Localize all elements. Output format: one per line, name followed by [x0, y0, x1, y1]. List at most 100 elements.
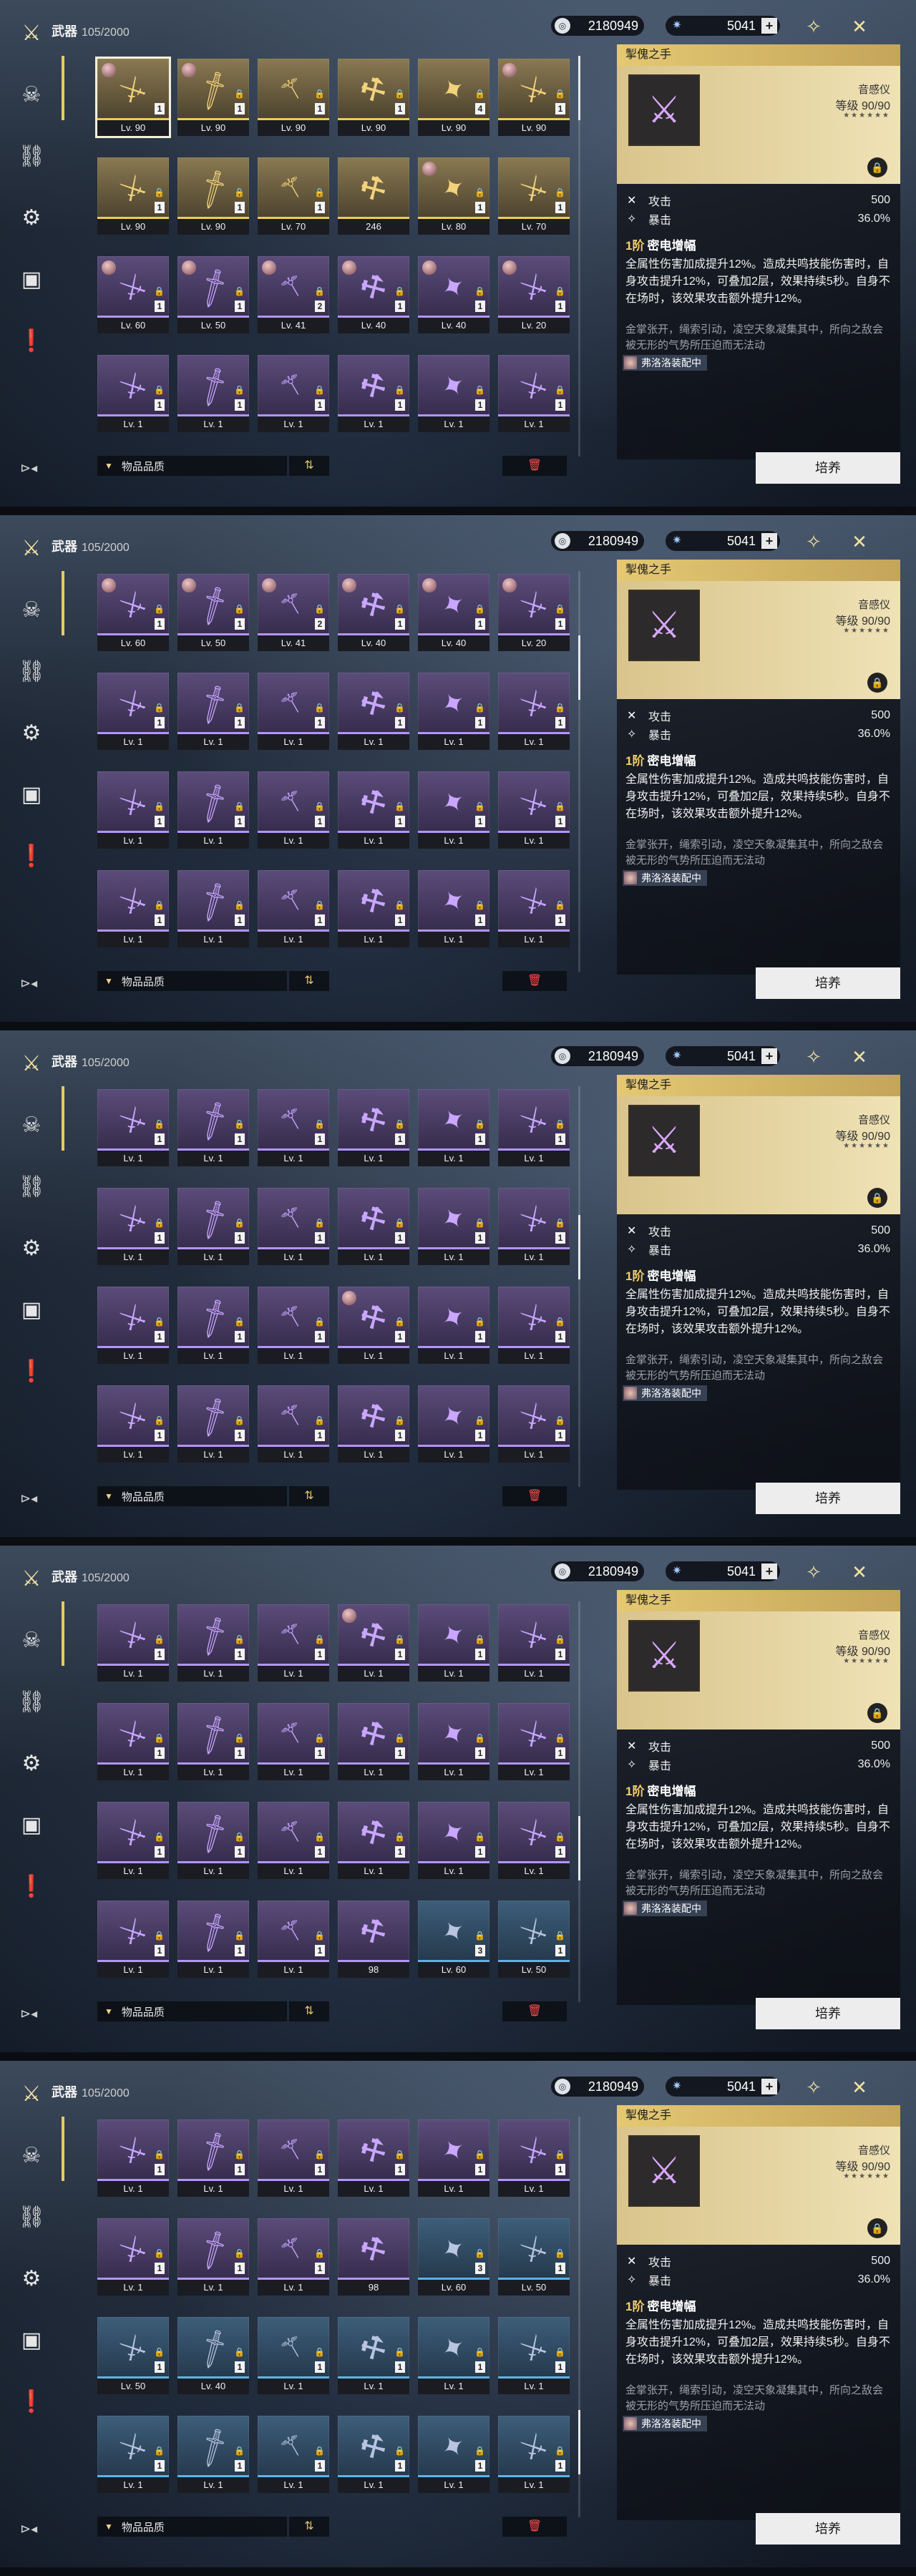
close-icon[interactable]: ✕ — [849, 1046, 870, 1068]
weapon-slot[interactable]: ⚚ 🔒 1 Lv. 1 — [258, 2317, 329, 2394]
weapon-slot[interactable]: ⚔ 🔒 1 Lv. 1 — [97, 1188, 169, 1265]
weapon-slot[interactable]: ⚔ 🔒 1 Lv. 1 — [97, 2218, 169, 2296]
weapon-slot[interactable]: 🗡 🔒 1 Lv. 1 — [177, 771, 249, 849]
weapon-slot[interactable]: 🗡 🔒 1 Lv. 1 — [177, 1901, 249, 1978]
weapon-slot[interactable]: ⚔ 🔒 1 Lv. 1 — [498, 2317, 570, 2394]
weapon-slot[interactable]: ⚒ 🔒 1 Lv. 40 — [338, 574, 409, 651]
weapon-slot[interactable]: ✦ 🔒 1 Lv. 40 — [418, 574, 489, 651]
echo-category-icon[interactable]: ☠ — [13, 1106, 50, 1143]
weapon-slot[interactable]: ⚔ 🔒 1 Lv. 1 — [97, 1385, 169, 1463]
grid-scrollbar[interactable] — [578, 2117, 580, 2517]
weapon-slot[interactable]: ⚔ 🔒 1 Lv. 1 — [498, 1089, 570, 1166]
weapon-slot[interactable]: ⚔ 🔒 1 Lv. 50 — [498, 1901, 570, 1978]
discard-button[interactable]: 🗑 — [502, 2001, 567, 2021]
weapon-slot[interactable]: ⚚ 🔒 1 Lv. 1 — [258, 1089, 329, 1166]
add-astrite-button[interactable]: + — [761, 1563, 777, 1579]
sort-toggle-button[interactable]: ⇅ — [289, 971, 329, 991]
settings-gear-icon[interactable]: ✧ — [803, 1561, 824, 1583]
weapon-slot[interactable]: ✦ 🔒 3 Lv. 60 — [418, 1901, 489, 1978]
grid-scrollbar[interactable] — [578, 56, 580, 457]
weapon-slot[interactable]: ✦ 🔒 3 Lv. 60 — [418, 2218, 489, 2296]
weapon-slot[interactable]: ⚒ 🔒 1 Lv. 1 — [338, 771, 409, 849]
weapon-slot[interactable]: 🗡 🔒 1 Lv. 1 — [177, 1802, 249, 1879]
weapon-slot[interactable]: ⚒ 🔒 1 Lv. 1 — [338, 870, 409, 947]
weapon-slot[interactable]: ⚔ 🔒 1 Lv. 20 — [498, 574, 570, 651]
development-category-icon[interactable]: ⚙ — [13, 1229, 50, 1267]
development-category-icon[interactable]: ⚙ — [13, 714, 50, 751]
weapon-slot[interactable]: ⚔ 🔒 1 Lv. 50 — [498, 2218, 570, 2296]
weapon-slot[interactable]: ⚒ 🔒 1 Lv. 1 — [338, 1287, 409, 1364]
weapon-slot[interactable]: ⚒ 98 — [338, 2218, 409, 2296]
weapon-slot[interactable]: ⚚ 🔒 1 Lv. 1 — [258, 1703, 329, 1780]
weapon-slot[interactable]: ⚔ 🔒 1 Lv. 1 — [97, 1901, 169, 1978]
cultivate-button[interactable]: 培养 — [756, 1998, 900, 2029]
weapon-slot[interactable]: 🗡 🔒 1 Lv. 1 — [177, 2119, 249, 2197]
weapon-slot[interactable]: 🗡 🔒 1 Lv. 1 — [177, 1287, 249, 1364]
weapon-slot[interactable]: ⚔ 🔒 1 Lv. 1 — [97, 673, 169, 750]
quality-filter-dropdown[interactable]: ▼ 物品品质 — [97, 2001, 287, 2021]
grid-scroll-thumb[interactable] — [578, 635, 580, 700]
weapon-slot[interactable]: 🗡 🔒 1 Lv. 1 — [177, 355, 249, 432]
weapon-slot[interactable]: ⚔ 🔒 1 Lv. 1 — [498, 1703, 570, 1780]
weapon-slot[interactable]: ⚔ 🔒 1 Lv. 1 — [97, 2119, 169, 2197]
weapon-category-icon[interactable]: ⚔ — [13, 1045, 50, 1082]
weapon-slot[interactable]: ⚚ 🔒 1 Lv. 1 — [258, 1901, 329, 1978]
weapon-slot[interactable]: ⚒ 🔒 1 Lv. 1 — [338, 2317, 409, 2394]
important-category-icon[interactable]: ❗ — [13, 1868, 50, 1905]
weapon-slot[interactable]: ⚔ 🔒 1 Lv. 1 — [498, 1604, 570, 1682]
weapon-slot[interactable]: ✦ 🔒 1 Lv. 1 — [418, 1604, 489, 1682]
weapon-slot[interactable]: ⚔ 🔒 1 Lv. 1 — [498, 1802, 570, 1879]
weapon-slot[interactable]: ✦ 🔒 1 Lv. 1 — [418, 2119, 489, 2197]
weapon-slot[interactable]: ⚔ 🔒 1 Lv. 60 — [97, 256, 169, 333]
weapon-category-icon[interactable]: ⚔ — [13, 530, 50, 567]
development-category-icon[interactable]: ⚙ — [13, 1745, 50, 1782]
weapon-slot[interactable]: 🗡 🔒 1 Lv. 1 — [177, 870, 249, 947]
development-category-icon[interactable]: ⚙ — [13, 2260, 50, 2297]
resource-category-icon[interactable]: ▣ — [13, 1806, 50, 1843]
material-category-icon[interactable]: ⛓ — [13, 137, 50, 175]
weapon-slot[interactable]: ✦ 🔒 1 Lv. 1 — [418, 1089, 489, 1166]
material-category-icon[interactable]: ⛓ — [13, 1168, 50, 1205]
weapon-slot[interactable]: ⚒ 246 — [338, 157, 409, 235]
weapon-slot[interactable]: ⚔ 1 Lv. 90 — [95, 57, 171, 138]
weapon-category-icon[interactable]: ⚔ — [13, 1560, 50, 1597]
weapon-slot[interactable]: ⚒ 🔒 1 Lv. 1 — [338, 1703, 409, 1780]
echo-category-icon[interactable]: ☠ — [13, 2137, 50, 2174]
add-astrite-button[interactable]: + — [761, 2079, 777, 2094]
sort-toggle-button[interactable]: ⇅ — [289, 1486, 329, 1506]
settings-gear-icon[interactable]: ✧ — [803, 2077, 824, 2098]
add-astrite-button[interactable]: + — [761, 18, 777, 34]
weapon-slot[interactable]: ⚚ 🔒 1 Lv. 1 — [258, 2119, 329, 2197]
weapon-slot[interactable]: ⚔ 🔒 1 Lv. 1 — [498, 1385, 570, 1463]
material-category-icon[interactable]: ⛓ — [13, 2198, 50, 2235]
lock-toggle-icon[interactable]: 🔒 — [867, 1703, 887, 1723]
weapon-slot[interactable]: ⚚ 🔒 1 Lv. 1 — [258, 1604, 329, 1682]
weapon-slot[interactable]: ⚔ 🔒 1 Lv. 1 — [498, 771, 570, 849]
weapon-slot[interactable]: ✦ 🔒 1 Lv. 1 — [418, 2317, 489, 2394]
sort-toggle-button[interactable]: ⇅ — [289, 2517, 329, 2537]
lock-toggle-icon[interactable]: 🔒 — [867, 157, 887, 177]
grid-scroll-thumb[interactable] — [578, 1215, 580, 1279]
weapon-slot[interactable]: ⚚ 🔒 1 Lv. 1 — [258, 1802, 329, 1879]
important-category-icon[interactable]: ❗ — [13, 837, 50, 874]
weapon-slot[interactable]: ⚚ 🔒 1 Lv. 1 — [258, 2218, 329, 2296]
material-category-icon[interactable]: ⛓ — [13, 653, 50, 690]
discard-button[interactable]: 🗑 — [502, 456, 567, 476]
sort-direction-icon[interactable]: ⊳◂ — [20, 2522, 37, 2537]
settings-gear-icon[interactable]: ✧ — [803, 16, 824, 37]
weapon-slot[interactable]: ⚔ 🔒 1 Lv. 90 — [498, 59, 570, 136]
discard-button[interactable]: 🗑 — [502, 1486, 567, 1506]
discard-button[interactable]: 🗑 — [502, 971, 567, 991]
lock-toggle-icon[interactable]: 🔒 — [867, 1188, 887, 1208]
weapon-slot[interactable]: ⚒ 🔒 1 Lv. 1 — [338, 1604, 409, 1682]
development-category-icon[interactable]: ⚙ — [13, 199, 50, 236]
weapon-slot[interactable]: ⚔ 🔒 1 Lv. 1 — [97, 1703, 169, 1780]
weapon-slot[interactable]: 🗡 🔒 1 Lv. 50 — [177, 256, 249, 333]
add-astrite-button[interactable]: + — [761, 533, 777, 549]
weapon-slot[interactable]: ⚚ 🔒 2 Lv. 41 — [258, 256, 329, 333]
weapon-slot[interactable]: ⚒ 🔒 1 Lv. 1 — [338, 1188, 409, 1265]
echo-category-icon[interactable]: ☠ — [13, 1621, 50, 1659]
weapon-slot[interactable]: ⚚ 🔒 1 Lv. 1 — [258, 1188, 329, 1265]
weapon-slot[interactable]: ⚔ 🔒 1 Lv. 90 — [97, 157, 169, 235]
weapon-slot[interactable]: ⚔ 🔒 1 Lv. 60 — [97, 574, 169, 651]
